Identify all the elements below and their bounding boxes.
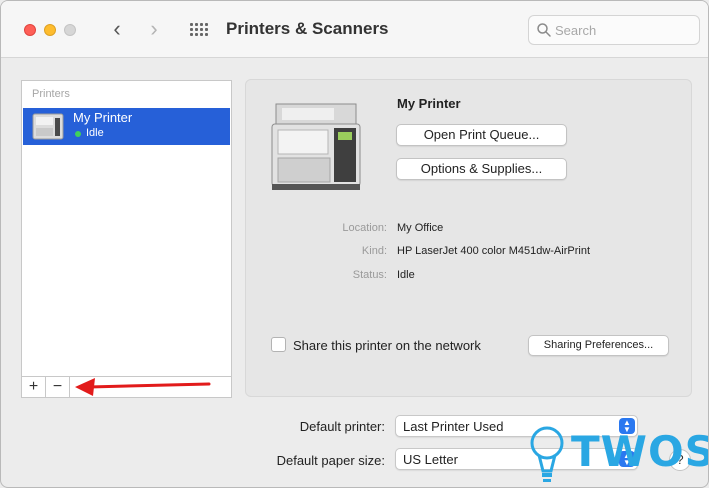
printer-name-heading: My Printer	[397, 96, 461, 111]
search-input[interactable]	[555, 21, 695, 39]
red-arrow-annotation	[75, 378, 211, 396]
printers-scanners-window: ‹ › Printers & Scanners Printers My	[0, 0, 709, 488]
printer-thumbnail-icon	[32, 113, 64, 140]
status-label: Status:	[352, 269, 387, 281]
kind-label: Kind:	[361, 245, 387, 257]
close-window-button[interactable]	[24, 24, 36, 36]
default-printer-label: Default printer:	[299, 419, 385, 434]
chevron-right-icon[interactable]: ›	[144, 17, 164, 41]
printers-list-panel: Printers My Printer Idle + −	[21, 80, 232, 398]
search-icon	[537, 23, 551, 37]
printer-list-item-name: My Printer	[73, 110, 133, 125]
status-value: Idle	[397, 269, 415, 281]
kind-value: HP LaserJet 400 color M451dw-AirPrint	[397, 245, 590, 257]
search-field[interactable]	[528, 15, 700, 45]
title-bar: ‹ › Printers & Scanners	[1, 1, 708, 58]
options-supplies-button[interactable]: Options & Supplies...	[396, 158, 567, 180]
bulb-icon	[530, 426, 564, 482]
zoom-window-button[interactable]	[64, 24, 76, 36]
share-printer-checkbox[interactable]	[271, 337, 286, 352]
status-indicator	[75, 131, 81, 137]
default-paper-size-label: Default paper size:	[276, 453, 385, 468]
printers-list-header: Printers	[32, 88, 70, 100]
watermark-text: TWOS	[571, 427, 709, 476]
watermark-logo: TWOS	[521, 421, 709, 487]
location-label: Location:	[342, 222, 387, 234]
open-print-queue-button[interactable]: Open Print Queue...	[396, 124, 567, 146]
printer-list-item-status: Idle	[86, 127, 104, 139]
default-printer-value: Last Printer Used	[403, 419, 504, 434]
chevron-left-icon[interactable]: ‹	[107, 17, 127, 41]
window-title: Printers & Scanners	[226, 19, 389, 38]
default-paper-size-value: US Letter	[403, 452, 458, 467]
grid-icon[interactable]	[190, 23, 208, 37]
minimize-window-button[interactable]	[44, 24, 56, 36]
printer-detail-panel: My Printer Open Print Queue... Options &…	[245, 79, 692, 397]
add-printer-button[interactable]: +	[22, 377, 46, 397]
remove-printer-button[interactable]: −	[46, 377, 70, 397]
share-printer-label[interactable]: Share this printer on the network	[293, 338, 481, 353]
printer-image	[271, 103, 361, 190]
location-value: My Office	[397, 222, 444, 234]
printer-list-item[interactable]: My Printer Idle	[23, 108, 230, 145]
sharing-preferences-button[interactable]: Sharing Preferences...	[528, 335, 669, 356]
